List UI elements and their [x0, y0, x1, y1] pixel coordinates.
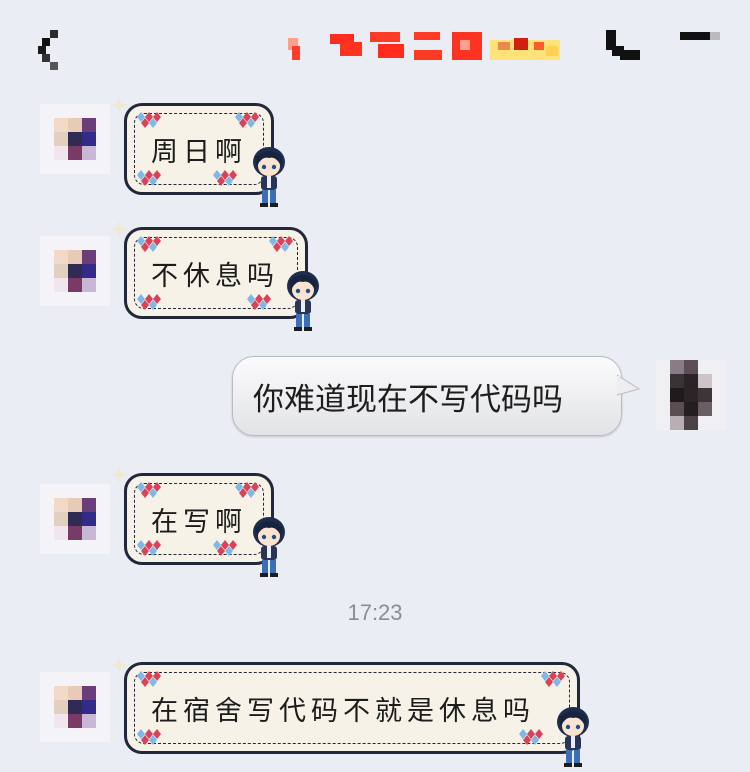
bubble-tail: [617, 374, 641, 396]
message-text: 在写啊: [151, 506, 247, 538]
chibi-character-icon: [253, 517, 285, 577]
contact-avatar[interactable]: [40, 672, 110, 742]
message-timestamp: 17:23: [347, 600, 403, 625]
chibi-character-icon: [557, 707, 589, 767]
contact-avatar[interactable]: [40, 484, 110, 554]
message-text: 你难道现在不写代码吗: [253, 381, 563, 418]
message-bubble[interactable]: 不休息吗: [124, 227, 308, 319]
diamond-decoration-icon: [541, 671, 565, 687]
contact-name-title: [288, 32, 560, 60]
message-text: 不休息吗: [151, 260, 279, 292]
menu-icon[interactable]: [680, 30, 724, 44]
message-bubble[interactable]: 在宿舍写代码不就是休息吗: [124, 662, 580, 754]
chat-header: [0, 0, 750, 90]
chibi-character-icon: [287, 271, 319, 331]
message-text: 周日啊: [151, 136, 247, 168]
phone-icon[interactable]: [606, 30, 642, 62]
contact-avatar[interactable]: [40, 104, 110, 174]
message-text: 在宿舍写代码不就是休息吗: [151, 695, 535, 727]
my-avatar[interactable]: [656, 360, 726, 430]
contact-avatar[interactable]: [40, 236, 110, 306]
back-chevron-icon[interactable]: [36, 30, 62, 70]
my-message-bubble[interactable]: 你难道现在不写代码吗: [232, 356, 641, 436]
chibi-character-icon: [253, 147, 285, 207]
